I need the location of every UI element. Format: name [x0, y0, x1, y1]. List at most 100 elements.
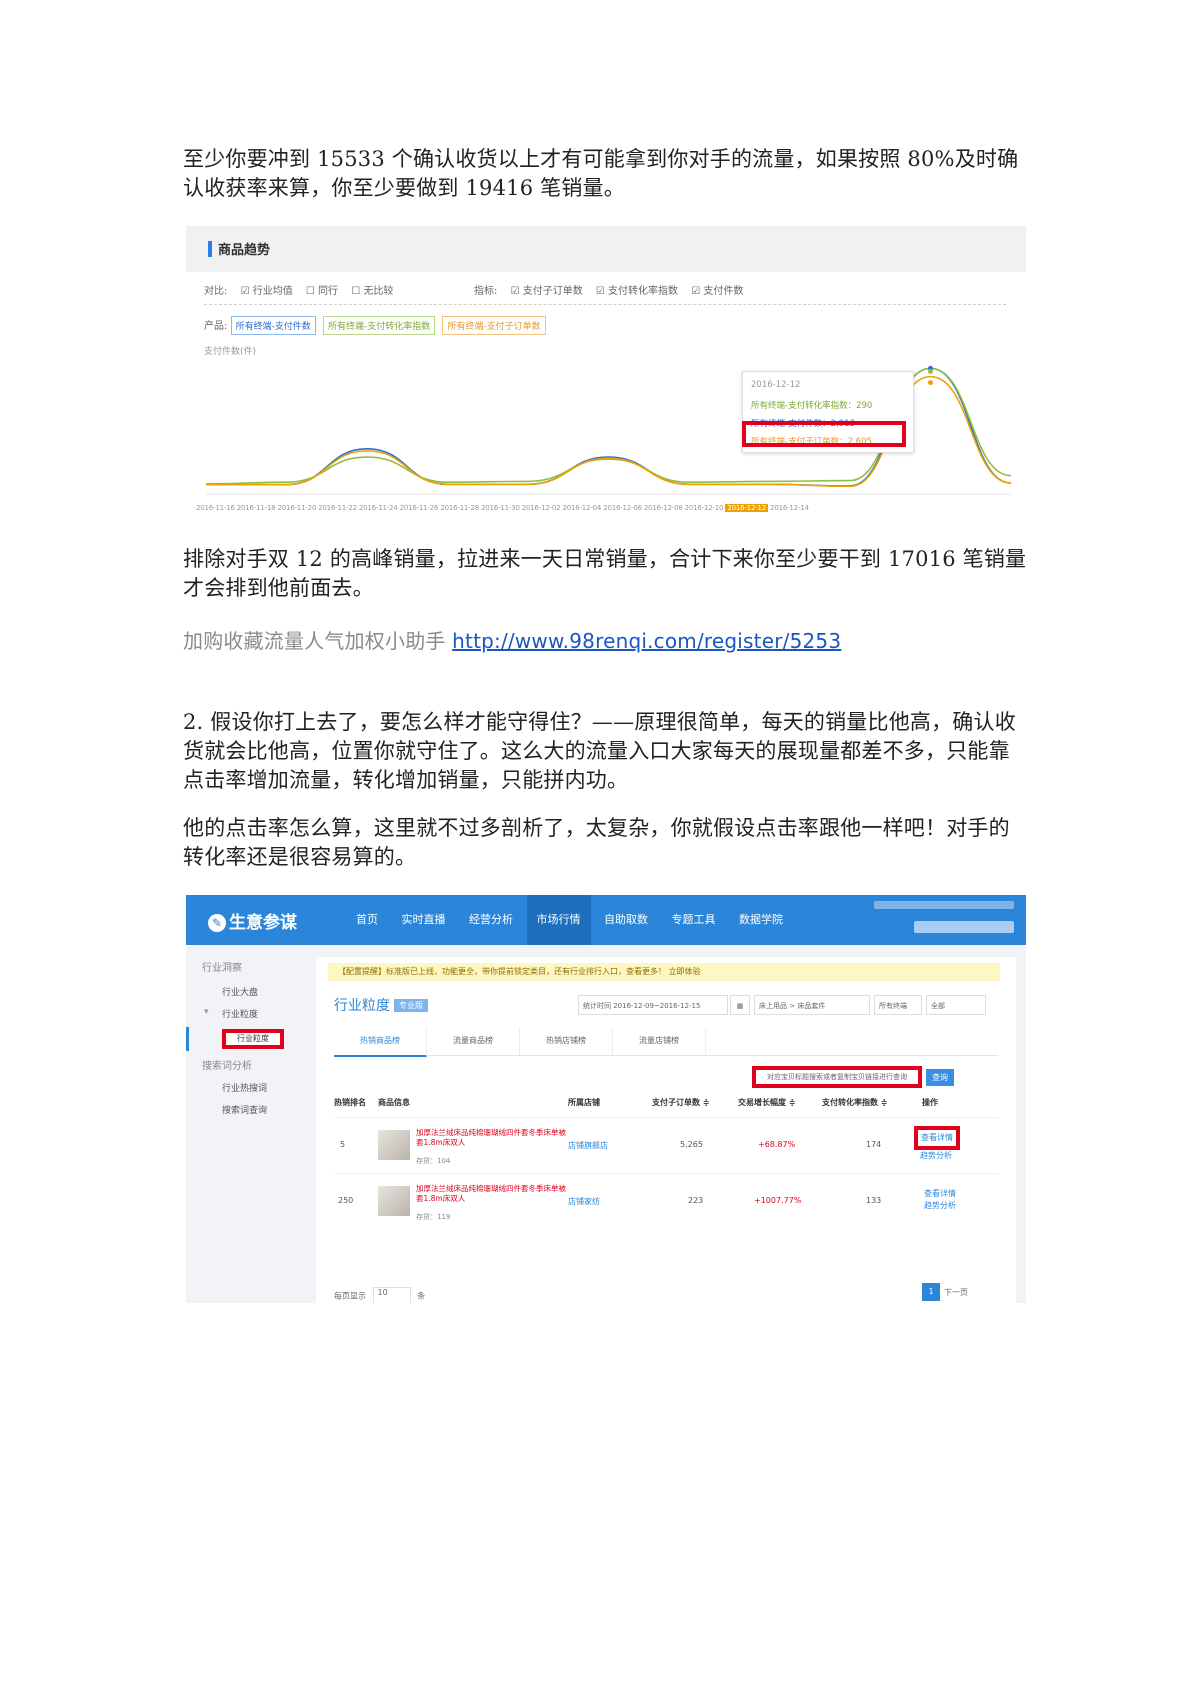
- tab-traffic-items[interactable]: 流量商品榜: [427, 1027, 520, 1055]
- sidebar-item-selected[interactable]: 行业粒度: [222, 1029, 284, 1049]
- sidebar-item-industry-granularity-parent[interactable]: 行业粒度: [222, 1007, 258, 1020]
- nav-tools[interactable]: 专题工具: [662, 895, 726, 945]
- x-tick: 2016-11-18: [236, 504, 276, 512]
- x-tick: 2016-12-04: [562, 504, 602, 512]
- paragraph-4: 2. 假设你打上去了，要怎么样才能守得住？——原理很简单，每天的销量比他高，确认…: [183, 710, 1016, 792]
- main-nav: 首页 实时直播 经营分析 市场行情 自助取数 专题工具 数据学院: [346, 895, 793, 945]
- sycm-logo: ✎ 生意参谋: [208, 908, 297, 933]
- highlight-point-1: [928, 368, 933, 374]
- tab-traffic-shops[interactable]: 流量店铺榜: [613, 1027, 706, 1055]
- page-size-label: 每页显示: [334, 1291, 366, 1301]
- col-rank[interactable]: 热销排名: [334, 1097, 366, 1108]
- paragraph-5: 他的点击率怎么算，这里就不过多剖析了，太复杂，你就假设点击率跟他一样吧！对手的转…: [183, 816, 1010, 869]
- tooltip-conversion: 所有终端-支付转化率指数：290: [751, 401, 873, 411]
- highlight-point-2: [928, 380, 933, 386]
- trend-analysis-link[interactable]: 趋势分析: [920, 1150, 952, 1161]
- row-rank: 5: [340, 1140, 346, 1149]
- nav-realtime[interactable]: 实时直播: [392, 895, 456, 945]
- sidebar-group-search: 搜索词分析: [202, 1061, 252, 1072]
- shop-link[interactable]: 店铺家纺: [568, 1196, 600, 1207]
- col-shop: 所属店铺: [568, 1098, 600, 1107]
- page-size-select[interactable]: 10: [372, 1287, 411, 1303]
- product-title[interactable]: 加厚法兰绒床品纯棉珊瑚绒四件套冬季床单被套1.8m床双人: [416, 1184, 566, 1204]
- view-detail-link[interactable]: 查看详情: [914, 1126, 960, 1150]
- row-growth: +1007.77%: [754, 1196, 802, 1205]
- nav-market[interactable]: 市场行情: [526, 895, 591, 945]
- page-number-current[interactable]: 1: [922, 1283, 940, 1301]
- product-thumbnail[interactable]: [378, 1130, 410, 1160]
- shop-link[interactable]: 店铺旗舰店: [568, 1140, 608, 1151]
- x-tick: 2016-12-02: [521, 504, 561, 512]
- sidebar-active-indicator: [186, 1027, 189, 1051]
- scope-select[interactable]: 全部: [926, 995, 986, 1015]
- register-link[interactable]: http://www.98renqi.com/register/5253: [452, 629, 841, 653]
- col-item: 商品信息: [378, 1098, 410, 1107]
- date-range-select[interactable]: 统计时间 2016-12-09~2016-12-15: [578, 995, 728, 1015]
- sidebar-item-hot-words[interactable]: 行业热搜词: [222, 1081, 267, 1094]
- nav-business[interactable]: 经营分析: [459, 895, 523, 945]
- nav-home[interactable]: 首页: [346, 895, 388, 945]
- paragraph-2: 排除对手双 12 的高峰销量，拉进来一天日常销量，合计下来你至少要干到 1701…: [183, 547, 1027, 600]
- x-tick: 2016-12-14: [770, 504, 809, 512]
- x-tick: 2016-12-10: [684, 504, 724, 512]
- product-stock: 存货：104: [416, 1157, 451, 1165]
- row-orders: 5,265: [680, 1140, 703, 1149]
- logo-text: 生意参谋: [229, 913, 297, 933]
- col-action: 操作: [922, 1098, 938, 1107]
- col-growth[interactable]: 交易增长幅度 ≑: [738, 1097, 796, 1108]
- product-title[interactable]: 加厚法兰绒床品纯棉珊瑚绒四件套冬季床单被套1.8m床双人: [416, 1128, 566, 1148]
- compass-icon: ✎: [208, 914, 226, 932]
- row-conversion: 174: [866, 1140, 882, 1149]
- page-size-value: 10: [377, 1288, 388, 1297]
- search-button[interactable]: 查询: [926, 1069, 954, 1086]
- product-thumbnail[interactable]: [378, 1186, 410, 1216]
- product-stock: 存货：119: [416, 1213, 451, 1221]
- trend-chart-screenshot: 商品趋势 对比: ☑ 行业均值 ☐ 同行 ☐ 无比较 指标: ☑ 支付子订单数 …: [186, 226, 1026, 516]
- rank-tabs: 热销商品榜 流量商品榜 热销店铺榜 流量店铺榜: [334, 1027, 998, 1057]
- sidebar-item-industry-overview[interactable]: 行业大盘: [222, 985, 258, 998]
- page-title: 行业粒度 专业版: [334, 995, 428, 1015]
- tab-hot-shops[interactable]: 热销店铺榜: [520, 1027, 613, 1055]
- version-badge: 专业版: [394, 999, 428, 1012]
- page-size-unit: 条: [417, 1291, 426, 1301]
- notice-bar: 【配置提醒】标准版已上线，功能更全，带你提前锁定类目，还有行业排行入口，查看更多…: [328, 963, 1000, 981]
- calendar-icon[interactable]: ▦: [730, 995, 750, 1015]
- top-navbar: ✎ 生意参谋 首页 实时直播 经营分析 市场行情 自助取数 专题工具 数据学院: [186, 895, 1026, 945]
- col-conversion[interactable]: 支付转化率指数 ≑: [822, 1097, 888, 1108]
- x-tick: 2016-11-24: [358, 504, 398, 512]
- x-tick: 2016-11-22: [318, 504, 357, 512]
- promo-text: 加购收藏流量人气加权小助手: [183, 629, 446, 653]
- x-tick: 2016-11-16: [196, 504, 235, 512]
- trend-analysis-link[interactable]: 趋势分析: [924, 1200, 956, 1211]
- col-orders[interactable]: 支付子订单数 ≑: [652, 1097, 710, 1108]
- paragraph-3: 加购收藏流量人气加权小助手 http://www.98renqi.com/reg…: [183, 627, 1029, 656]
- user-area-blurred: [874, 901, 1014, 937]
- tab-hot-items[interactable]: 热销商品榜: [334, 1027, 427, 1057]
- nav-self-service[interactable]: 自助取数: [594, 895, 658, 945]
- view-detail-link[interactable]: 查看详情: [924, 1188, 956, 1199]
- nav-academy[interactable]: 数据学院: [729, 895, 793, 945]
- tooltip-date: 2016-12-12: [751, 380, 801, 390]
- x-tick-highlight: 2016-12-12: [725, 504, 769, 512]
- main-panel: 【配置提醒】标准版已上线，功能更全，带你提前锁定类目，还有行业排行入口，查看更多…: [316, 957, 1016, 1303]
- sycm-screenshot: ✎ 生意参谋 首页 实时直播 经营分析 市场行情 自助取数 专题工具 数据学院 行…: [186, 895, 1026, 1303]
- table-row: 250 加厚法兰绒床品纯棉珊瑚绒四件套冬季床单被套1.8m床双人 存货：119 …: [334, 1173, 998, 1230]
- pagination: 每页显示 10 条 1 下一页: [334, 1283, 998, 1303]
- blurred-links: [874, 901, 1014, 909]
- x-tick: 2016-11-28: [440, 504, 479, 512]
- row-rank: 250: [338, 1196, 354, 1205]
- category-select[interactable]: 床上用品 > 床品套件: [754, 995, 870, 1015]
- x-tick: 2016-12-08: [643, 504, 683, 512]
- expand-arrow-icon[interactable]: ▾: [204, 1007, 209, 1017]
- terminal-select[interactable]: 所有终端: [874, 995, 922, 1015]
- paragraph-1: 至少你要冲到 15533 个确认收货以上才有可能拿到你对手的流量，如果按照 80…: [183, 147, 1019, 200]
- next-page-button[interactable]: 下一页: [944, 1287, 968, 1298]
- sidebar: 行业洞察 行业大盘 ▾ 行业粒度 行业粒度 搜索词分析 行业热搜词 搜索词查询: [186, 945, 298, 1303]
- x-axis-labels: 2016-11-16 2016-11-18 2016-11-20 2016-11…: [196, 504, 1026, 512]
- highlight-box-pieces: [742, 421, 906, 447]
- x-tick: 2016-11-30: [481, 504, 520, 512]
- sidebar-item-word-query[interactable]: 搜索词查询: [222, 1103, 267, 1116]
- row-conversion: 133: [866, 1196, 882, 1205]
- page-title-text: 行业粒度: [334, 998, 390, 1014]
- search-input[interactable]: 对应宝贝标题搜索或者复制宝贝链接进行查询: [752, 1066, 922, 1088]
